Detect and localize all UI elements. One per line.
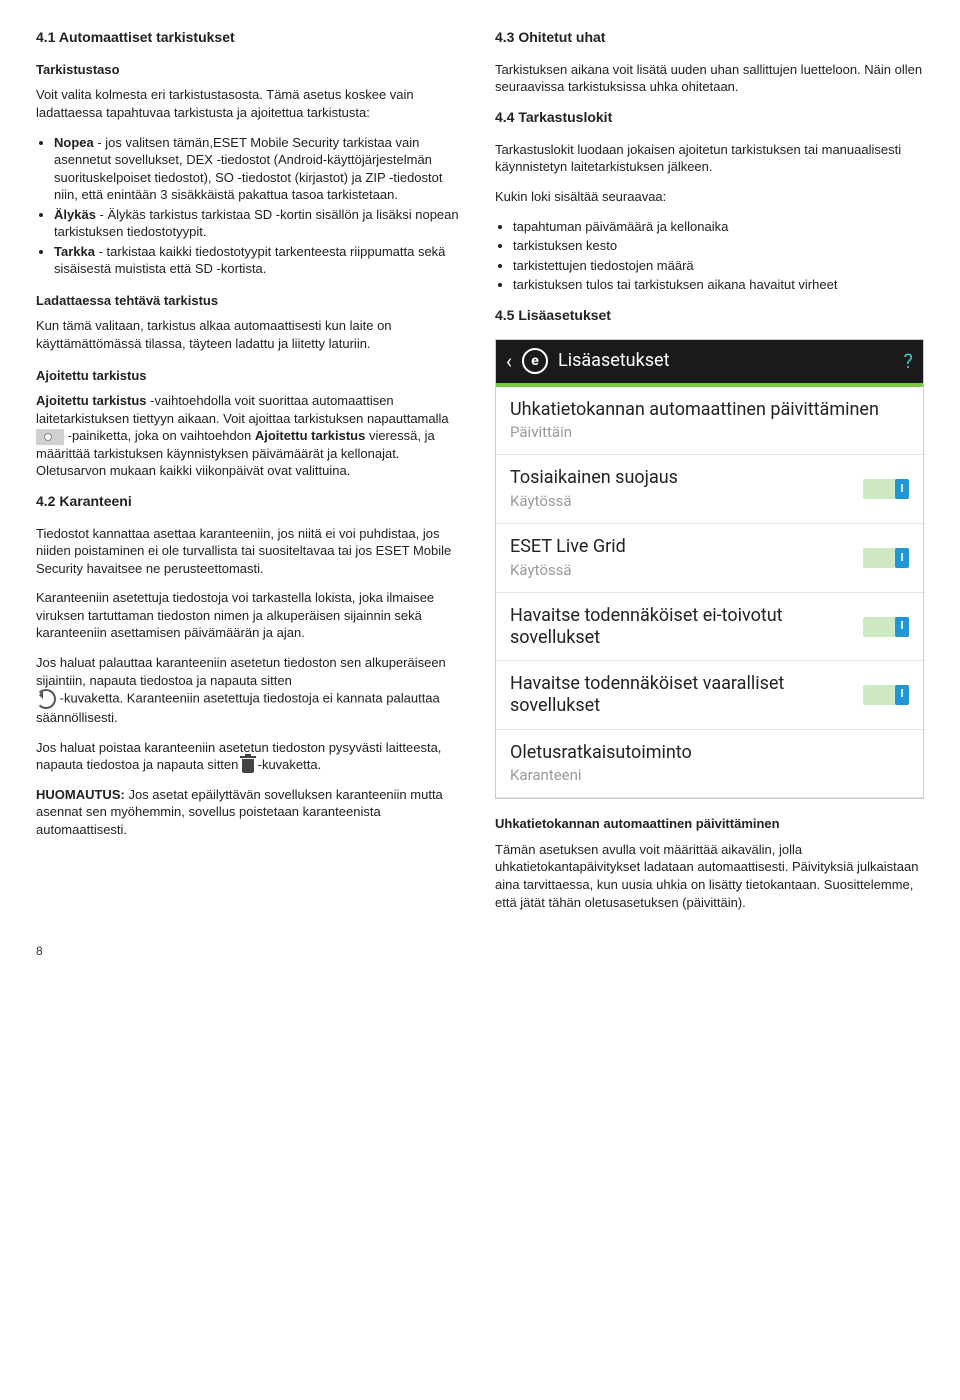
p-kar-3: Jos haluat palauttaa karanteeniin asetet… xyxy=(36,654,465,727)
setting-title: Havaitse todennäköiset ei-toivotut sovel… xyxy=(510,605,853,648)
setting-detect-unwanted[interactable]: Havaitse todennäköiset ei-toivotut sovel… xyxy=(496,593,923,661)
phone-title: Lisäasetukset xyxy=(558,349,894,373)
p-tarkistustaso: Voit valita kolmesta eri tarkistustasost… xyxy=(36,86,465,121)
page-number: 8 xyxy=(36,943,924,959)
schedule-switch-icon xyxy=(36,429,64,445)
setting-default-resolution[interactable]: Oletusratkaisutoiminto Karanteeni xyxy=(496,730,923,799)
list-log-contents: tapahtuman päivämäärä ja kellonaika tark… xyxy=(495,218,924,294)
sub-ajoitettu: Ajoitettu tarkistus xyxy=(36,367,465,385)
setting-detect-dangerous[interactable]: Havaitse todennäköiset vaaralliset sovel… xyxy=(496,661,923,729)
setting-live-grid[interactable]: ESET Live Grid Käytössä I xyxy=(496,524,923,593)
p-4-4-2: Kukin loki sisältää seuraavaa: xyxy=(495,188,924,206)
sub-threat-db-auto: Uhkatietokannan automaattinen päivittämi… xyxy=(495,815,924,833)
setting-sub: Käytössä xyxy=(510,491,853,511)
li-log-d: tarkistuksen tulos tai tarkistuksen aika… xyxy=(513,276,924,294)
p-kar-2: Karanteeniin asetettuja tiedostoja voi t… xyxy=(36,589,465,642)
li-alykas: Älykäs - Älykäs tarkistus tarkistaa SD -… xyxy=(54,206,465,241)
li-log-a: tapahtuman päivämäärä ja kellonaika xyxy=(513,218,924,236)
phone-screenshot: ‹ e Lisäasetukset ? Uhkatietokannan auto… xyxy=(495,339,924,800)
p-ladattaessa: Kun tämä valitaan, tarkistus alkaa autom… xyxy=(36,317,465,352)
heading-4-1: 4.1 Automaattiset tarkistukset xyxy=(36,28,465,47)
p-threat-db-auto: Tämän asetuksen avulla voit määrittää ai… xyxy=(495,841,924,911)
setting-title: Oletusratkaisutoiminto xyxy=(510,742,909,764)
setting-sub: Päivittäin xyxy=(510,422,909,442)
trash-icon xyxy=(242,759,254,773)
p-4-4-1: Tarkastuslokit luodaan jokaisen ajoitetu… xyxy=(495,141,924,176)
back-icon[interactable]: ‹ xyxy=(506,351,512,371)
heading-4-5: 4.5 Lisäasetukset xyxy=(495,306,924,325)
phone-header: ‹ e Lisäasetukset ? xyxy=(496,340,923,383)
restore-icon xyxy=(36,689,56,709)
p-kar-1: Tiedostot kannattaa asettaa karanteeniin… xyxy=(36,525,465,578)
setting-title: Uhkatietokannan automaattinen päivittämi… xyxy=(510,399,909,421)
p-4-3: Tarkistuksen aikana voit lisätä uuden uh… xyxy=(495,61,924,96)
setting-threat-db-update[interactable]: Uhkatietokannan automaattinen päivittämi… xyxy=(496,387,923,456)
help-icon[interactable]: ? xyxy=(904,348,913,375)
toggle-realtime[interactable]: I xyxy=(863,479,909,499)
setting-sub: Käytössä xyxy=(510,560,853,580)
setting-realtime-protection[interactable]: Tosiaikainen suojaus Käytössä I xyxy=(496,455,923,524)
toggle-dangerous[interactable]: I xyxy=(863,685,909,705)
p-kar-4: Jos haluat poistaa karanteeniin asetetun… xyxy=(36,739,465,774)
heading-4-4: 4.4 Tarkastuslokit xyxy=(495,108,924,127)
sub-ladattaessa: Ladattaessa tehtävä tarkistus xyxy=(36,292,465,310)
setting-title: Tosiaikainen suojaus xyxy=(510,467,853,489)
li-log-b: tarkistuksen kesto xyxy=(513,237,924,255)
setting-title: Havaitse todennäköiset vaaralliset sovel… xyxy=(510,673,853,716)
li-nopea: Nopea - jos valitsen tämän,ESET Mobile S… xyxy=(54,134,465,204)
sub-tarkistustaso: Tarkistustaso xyxy=(36,61,465,79)
eset-logo-icon: e xyxy=(522,348,548,374)
list-scan-levels: Nopea - jos valitsen tämän,ESET Mobile S… xyxy=(36,134,465,278)
p-kar-5: HUOMAUTUS: Jos asetat epäilyttävän sovel… xyxy=(36,786,465,839)
li-log-c: tarkistettujen tiedostojen määrä xyxy=(513,257,924,275)
heading-4-2: 4.2 Karanteeni xyxy=(36,492,465,511)
setting-title: ESET Live Grid xyxy=(510,536,853,558)
li-tarkka: Tarkka - tarkistaa kaikki tiedostotyypit… xyxy=(54,243,465,278)
toggle-unwanted[interactable]: I xyxy=(863,617,909,637)
setting-sub: Karanteeni xyxy=(510,765,909,785)
p-ajoitettu: Ajoitettu tarkistus -vaihtoehdolla voit … xyxy=(36,392,465,480)
toggle-live-grid[interactable]: I xyxy=(863,548,909,568)
heading-4-3: 4.3 Ohitetut uhat xyxy=(495,28,924,47)
